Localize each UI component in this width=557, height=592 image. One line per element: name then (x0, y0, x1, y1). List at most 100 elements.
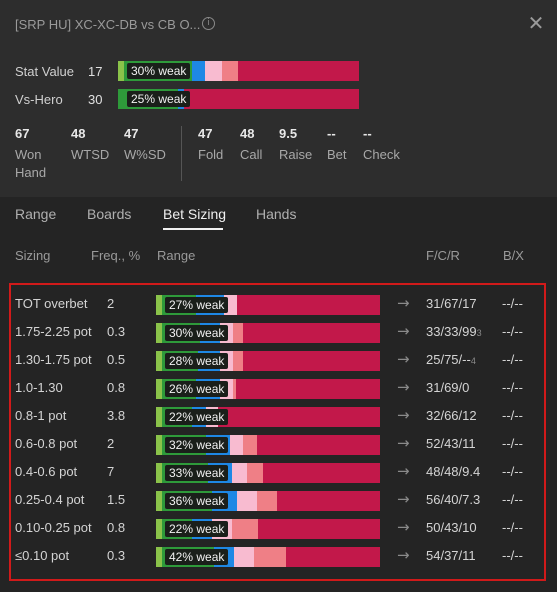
freq-cell: 1.5 (107, 492, 126, 507)
sizing-cell: 1.0-1.30 (15, 380, 63, 395)
bx-cell: --/-- (502, 548, 523, 563)
arrow-right-icon: → (397, 518, 410, 536)
table-row[interactable]: 0.8-1 pot 3.8 22% weak → 32/66/12 --/-- (11, 403, 544, 431)
sizing-cell: 0.8-1 pot (15, 408, 67, 423)
bx-cell: --/-- (502, 492, 523, 507)
column-header-sizing[interactable]: Sizing (15, 248, 50, 263)
stat-value-label: Stat Value (15, 64, 75, 79)
table-row[interactable]: 1.30-1.75 pot 0.5 28% weak → 25/75/--4 --/-- (11, 347, 544, 375)
fcr-value: 31/69/0 (426, 380, 470, 395)
fcr-cell: 48/48/9.4 (426, 464, 480, 479)
column-header-freq[interactable]: Freq., % (91, 248, 140, 263)
weak-percent-label: 27% weak (165, 297, 229, 313)
tab-boards[interactable]: Boards (87, 206, 131, 222)
bx-cell: --/-- (502, 436, 523, 451)
vs-hero-weak-label: 25% weak (127, 91, 191, 107)
table-row[interactable]: 0.25-0.4 pot 1.5 36% weak → 56/40/7.3 --/-- (11, 487, 544, 515)
tab-hands[interactable]: Hands (256, 206, 296, 222)
range-bar: 32% weak (156, 435, 380, 455)
table-row[interactable]: 1.0-1.30 0.8 26% weak → 31/69/0 --/-- (11, 375, 544, 403)
range-bar: 26% weak (156, 379, 380, 399)
fcr-value: 50/43/10 (426, 520, 477, 535)
arrow-right-icon: → (397, 546, 410, 564)
active-tab-indicator (163, 228, 223, 230)
arrow-right-icon: → (397, 322, 410, 340)
freq-cell: 0.3 (107, 548, 126, 563)
stat-value-bar: 30% weak (118, 61, 359, 81)
weak-percent-label: 33% weak (165, 465, 229, 481)
stat-value-number: 17 (88, 64, 103, 79)
arrow-right-icon: → (397, 294, 410, 312)
sizing-cell: 0.4-0.6 pot (15, 464, 78, 479)
metric-label: WTSD (71, 147, 110, 162)
info-icon[interactable]: i (202, 17, 215, 30)
fcr-cell: 25/75/--4 (426, 352, 476, 367)
metrics-divider (181, 126, 182, 181)
arrow-right-icon: → (397, 462, 410, 480)
arrow-right-icon: → (397, 350, 410, 368)
range-bar: 28% weak (156, 351, 380, 371)
table-row[interactable]: 0.10-0.25 pot 0.8 22% weak → 50/43/10 --/-- (11, 515, 544, 543)
table-row[interactable]: 0.6-0.8 pot 2 32% weak → 52/43/11 --/-- (11, 431, 544, 459)
metric-value: 67 (15, 126, 30, 141)
freq-cell: 7 (107, 464, 115, 479)
table-row[interactable]: 1.75-2.25 pot 0.3 30% weak → 33/33/993 --/-- (11, 319, 544, 347)
column-header-range[interactable]: Range (157, 248, 195, 263)
fcr-value: 54/37/11 (426, 548, 476, 563)
vs-hero-number: 30 (88, 92, 103, 107)
table-row[interactable]: 0.4-0.6 pot 7 33% weak → 48/48/9.4 --/-- (11, 459, 544, 487)
bx-cell: --/-- (502, 324, 523, 339)
vs-hero-label: Vs-Hero (15, 92, 63, 107)
fcr-value: 32/66/12 (426, 408, 477, 423)
sizing-cell: 0.6-0.8 pot (15, 436, 78, 451)
fcr-cell: 56/40/7.3 (426, 492, 480, 507)
metric-won-hand: 67 Won Hand (15, 126, 75, 182)
fcr-cell: 50/43/10 (426, 520, 477, 535)
fcr-value: 31/67/17 (426, 296, 477, 311)
arrow-right-icon: → (397, 434, 410, 452)
weak-percent-label: 30% weak (165, 325, 229, 341)
tab-bar: Range Boards Bet Sizing Hands (0, 197, 557, 237)
range-bar: 30% weak (156, 323, 380, 343)
tab-bet-sizing[interactable]: Bet Sizing (163, 206, 226, 222)
metric-check: -- Check (363, 126, 423, 164)
freq-cell: 2 (107, 296, 115, 311)
bx-cell: --/-- (502, 380, 523, 395)
sizing-cell: 1.30-1.75 pot (15, 352, 92, 367)
weak-percent-label: 28% weak (165, 353, 229, 369)
freq-cell: 0.3 (107, 324, 126, 339)
arrow-right-icon: → (397, 378, 410, 396)
vs-hero-bar: 25% weak (118, 89, 359, 109)
fcr-subscript: 3 (476, 328, 482, 338)
freq-cell: 0.8 (107, 380, 126, 395)
fcr-value: 25/75/-- (426, 352, 471, 367)
fcr-value: 52/43/11 (426, 436, 476, 451)
table-row[interactable]: TOT overbet 2 27% weak → 31/67/17 --/-- (11, 291, 544, 319)
range-bar: 33% weak (156, 463, 380, 483)
bx-cell: --/-- (502, 408, 523, 423)
sizing-cell: 1.75-2.25 pot (15, 324, 92, 339)
weak-percent-label: 36% weak (165, 493, 229, 509)
metric-wsd: 47 W%SD (124, 126, 184, 164)
weak-percent-label: 32% weak (165, 437, 229, 453)
bx-cell: --/-- (502, 464, 523, 479)
column-header-bx[interactable]: B/X (503, 248, 524, 263)
sizing-cell: 0.10-0.25 pot (15, 520, 92, 535)
close-icon[interactable]: ✕ (526, 13, 546, 33)
metric-value: 47 (124, 126, 139, 141)
arrow-right-icon: → (397, 490, 410, 508)
fcr-cell: 31/67/17 (426, 296, 477, 311)
freq-cell: 0.8 (107, 520, 126, 535)
weak-percent-label: 22% weak (165, 521, 229, 537)
bx-cell: --/-- (502, 296, 523, 311)
tab-range[interactable]: Range (15, 206, 56, 222)
table-row[interactable]: ≤0.10 pot 0.3 42% weak → 54/37/11 --/-- (11, 543, 544, 571)
freq-cell: 0.5 (107, 352, 126, 367)
stat-value-weak-label: 30% weak (127, 63, 191, 79)
range-bar: 42% weak (156, 547, 380, 567)
metric-value: 48 (71, 126, 86, 141)
fcr-cell: 52/43/11 (426, 436, 476, 451)
column-header-fcr[interactable]: F/C/R (426, 248, 460, 263)
fcr-value: 33/33/99 (426, 324, 477, 339)
fcr-cell: 31/69/0 (426, 380, 469, 395)
